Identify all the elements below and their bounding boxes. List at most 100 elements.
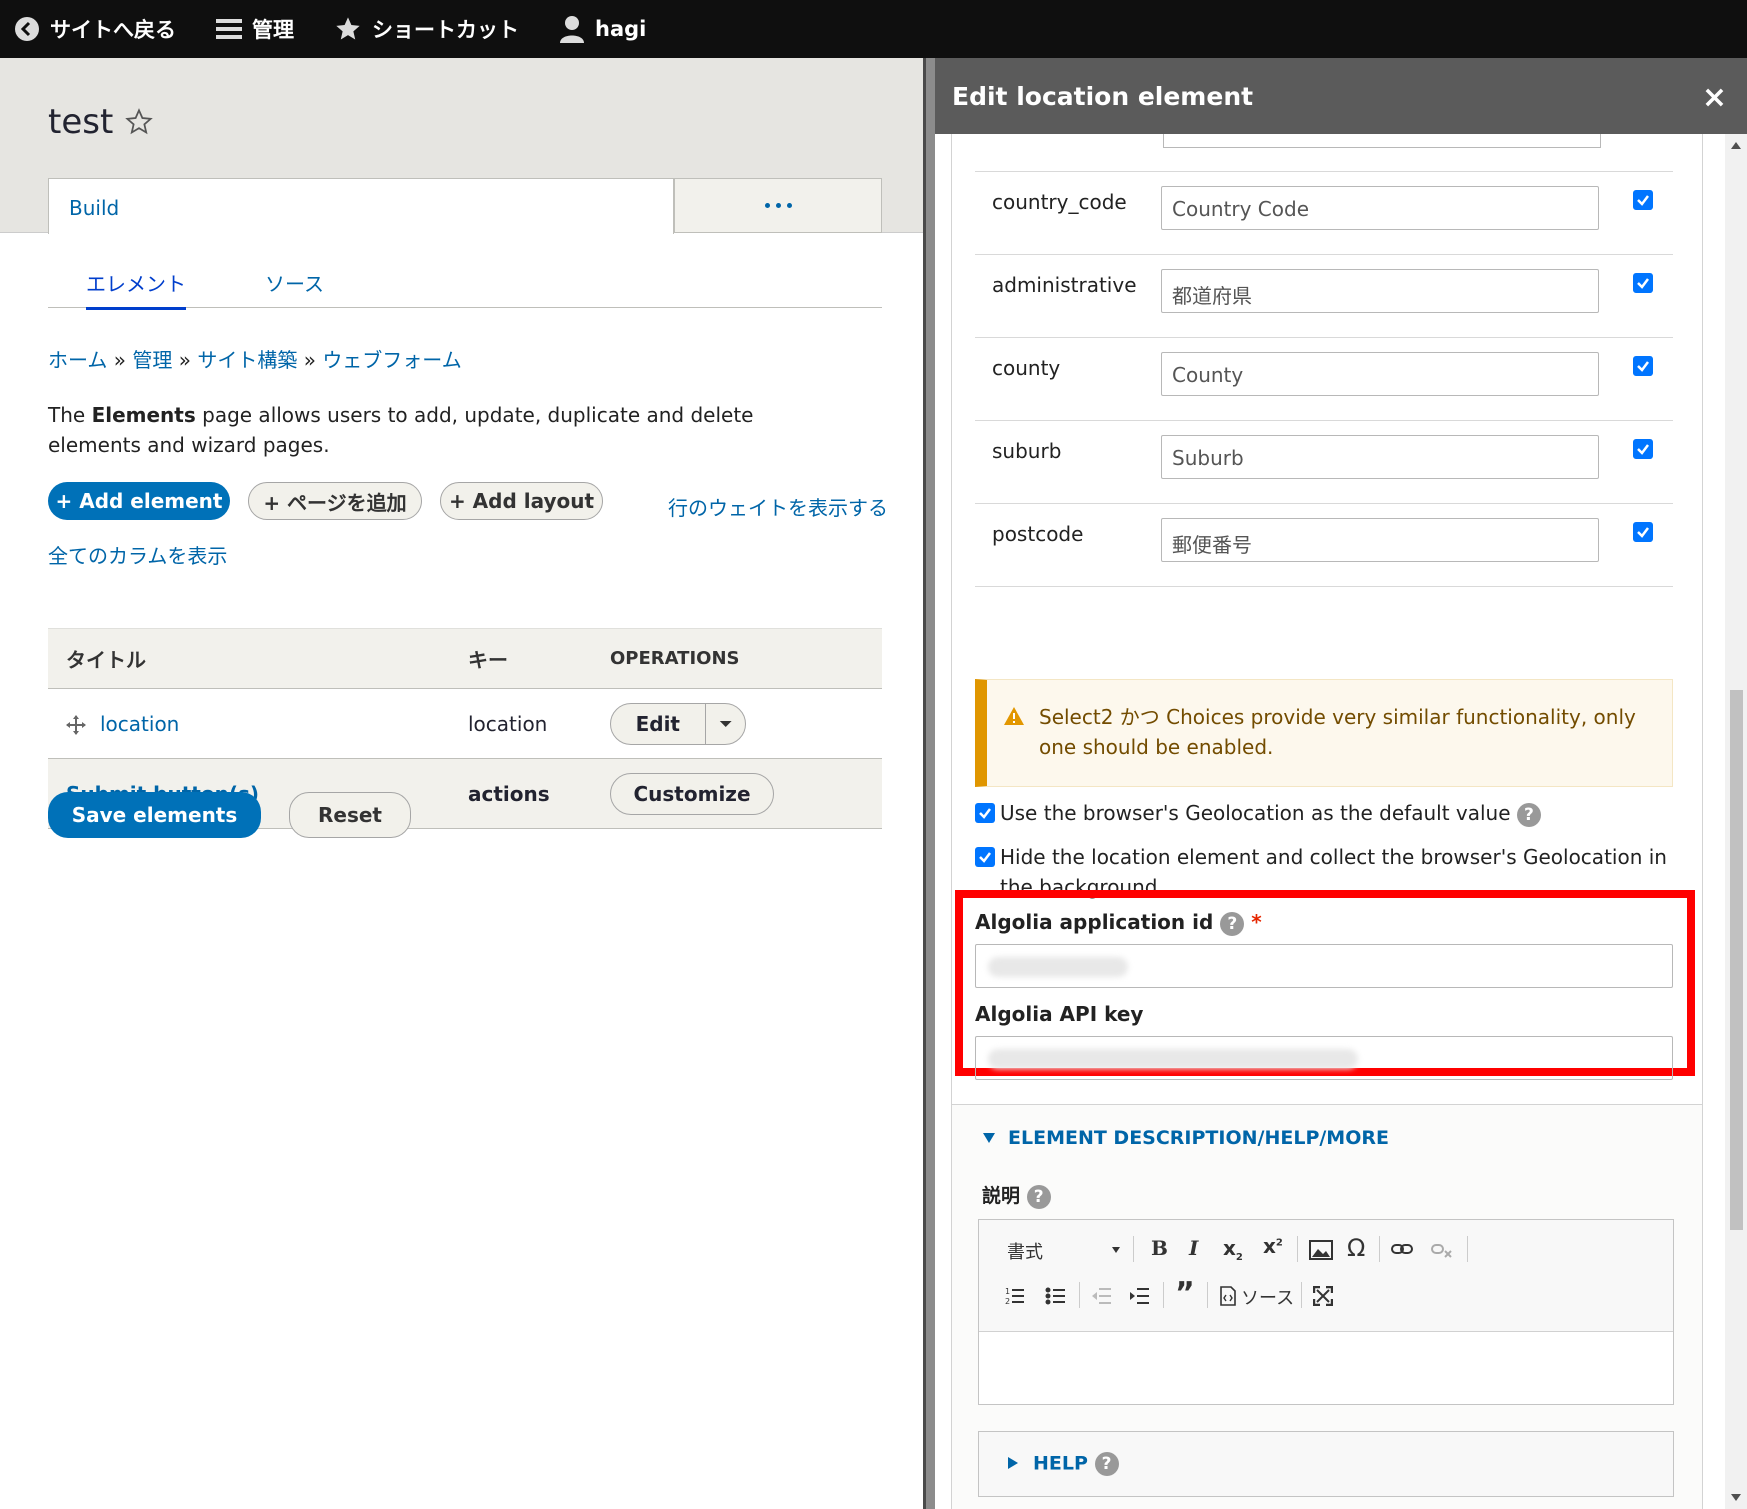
operations-cell: Customize (610, 758, 882, 829)
drag-handle-icon[interactable] (66, 715, 86, 735)
svg-text:1: 1 (1005, 1287, 1010, 1296)
algolia-app-id-input[interactable] (975, 944, 1673, 988)
breadcrumb-webform[interactable]: ウェブフォーム (322, 348, 461, 372)
geolocation-default-option[interactable]: Use the browser's Geolocation as the def… (975, 798, 1675, 828)
breadcrumb: ホーム » 管理 » サイト構築 » ウェブフォーム (48, 344, 462, 373)
scroll-thumb[interactable] (1730, 690, 1743, 1230)
field-visible-checkbox[interactable] (1633, 439, 1653, 460)
field-row-suburb: suburb Suburb (975, 421, 1673, 504)
breadcrumb-home[interactable]: ホーム (48, 348, 107, 372)
field-title-input[interactable]: Suburb (1161, 435, 1599, 479)
toolbar-separator (1297, 1236, 1298, 1262)
desc-bold: Elements (91, 403, 196, 427)
omega-icon[interactable]: Ω (1347, 1234, 1365, 1262)
algolia-api-key-input[interactable] (975, 1036, 1673, 1080)
source-button[interactable]: ソース (1241, 1284, 1294, 1310)
add-element-button[interactable]: + Add element (48, 482, 230, 520)
main-page: test Build エレメント ソース ホーム » 管理 » サイト構築 » … (0, 58, 923, 1509)
toolbar-separator (1163, 1282, 1164, 1308)
field-visible-checkbox[interactable] (1633, 190, 1653, 211)
format-dropdown[interactable]: 書式 (1007, 1238, 1043, 1264)
bold-icon[interactable]: B (1151, 1236, 1168, 1260)
caret-down-icon[interactable] (1111, 1246, 1121, 1254)
toolbar-separator (1079, 1282, 1080, 1308)
back-to-site-link[interactable]: サイトへ戻る (14, 14, 176, 44)
numbered-list-icon[interactable]: 12 (1005, 1286, 1025, 1306)
field-name: suburb (992, 439, 1062, 463)
link-icon[interactable] (1391, 1242, 1413, 1256)
scroll-up-arrow-icon[interactable] (1731, 142, 1741, 149)
field-title-input[interactable]: County (1161, 352, 1599, 396)
field-title-input[interactable]: 郵便番号 (1161, 518, 1599, 562)
tab-source[interactable]: ソース (265, 268, 324, 297)
editor-toolbar: 書式 B I x2 x2 Ω 12 ” ソース (979, 1220, 1673, 1332)
reset-button[interactable]: Reset (289, 792, 411, 838)
dialog-body[interactable]: country_code Country Code administrative… (935, 134, 1725, 1509)
unlink-icon[interactable] (1431, 1242, 1453, 1258)
edit-button[interactable]: Edit (611, 703, 706, 744)
partial-input[interactable] (1163, 134, 1601, 148)
help-icon[interactable]: ? (1094, 1452, 1119, 1476)
field-title-input[interactable]: 都道府県 (1161, 269, 1599, 313)
breadcrumb-sep: » (303, 348, 316, 372)
help-icon[interactable]: ? (1220, 911, 1245, 936)
field-name: postcode (992, 522, 1084, 546)
breadcrumb-manage[interactable]: 管理 (132, 348, 172, 372)
shortcuts-menu[interactable]: ショートカット (334, 14, 519, 44)
customize-button[interactable]: Customize (610, 772, 774, 815)
tab-build[interactable]: Build (48, 178, 674, 234)
field-visible-checkbox[interactable] (1633, 522, 1653, 543)
tab-more-button[interactable] (674, 178, 882, 233)
algolia-app-id-label: Algolia application id ? * (975, 910, 1262, 936)
toolbar-separator (1133, 1236, 1134, 1262)
checkbox-checked[interactable] (975, 847, 995, 867)
checkbox-checked (1633, 190, 1653, 210)
warning-icon (1004, 707, 1024, 725)
field-title-input[interactable]: Country Code (1161, 186, 1599, 230)
checkbox-checked (1633, 356, 1653, 376)
add-layout-button[interactable]: + Add layout (440, 482, 603, 520)
add-page-button[interactable]: + ページを追加 (248, 482, 422, 520)
favorite-star-icon[interactable] (125, 108, 154, 136)
indent-icon[interactable] (1129, 1286, 1149, 1306)
chevron-down-icon[interactable] (706, 704, 745, 744)
element-description-summary[interactable]: ELEMENT DESCRIPTION/HELP/MORE (982, 1127, 1389, 1149)
checkbox-checked (1633, 273, 1653, 293)
show-row-weights-link[interactable]: 行のウェイトを表示する (668, 492, 888, 521)
tab-elements[interactable]: エレメント (86, 268, 186, 310)
required-marker: * (1251, 910, 1262, 934)
toolbar-separator (1379, 1236, 1380, 1262)
image-icon[interactable] (1309, 1240, 1333, 1260)
redacted-value (988, 957, 1128, 977)
maximize-icon[interactable] (1313, 1286, 1333, 1306)
dialog-scrollbar[interactable] (1725, 134, 1747, 1509)
breadcrumb-structure[interactable]: サイト構築 (197, 348, 297, 372)
save-elements-button[interactable]: Save elements (48, 792, 261, 838)
help-icon[interactable]: ? (1026, 1184, 1051, 1209)
outdent-icon[interactable] (1091, 1286, 1111, 1306)
field-visible-checkbox[interactable] (1633, 273, 1653, 294)
checkbox-checked[interactable] (975, 803, 995, 823)
user-menu[interactable]: hagi (559, 15, 646, 43)
superscript-icon[interactable]: x2 (1263, 1234, 1283, 1258)
blockquote-icon[interactable]: ” (1175, 1276, 1195, 1311)
bulleted-list-icon[interactable] (1045, 1286, 1065, 1306)
field-row-postcode: postcode 郵便番号 (975, 504, 1673, 587)
italic-icon[interactable]: I (1189, 1236, 1198, 1260)
field-visible-checkbox[interactable] (1633, 356, 1653, 377)
help-summary[interactable]: HELP ? (1007, 1452, 1119, 1476)
manage-menu[interactable]: 管理 (216, 14, 294, 44)
element-link-location[interactable]: location (100, 712, 179, 736)
subscript-icon[interactable]: x2 (1223, 1236, 1243, 1263)
triangle-right-icon (1008, 1456, 1018, 1469)
scroll-down-arrow-icon[interactable] (1731, 1494, 1741, 1501)
desc-pre: The (48, 403, 92, 427)
close-icon[interactable]: × (1702, 80, 1727, 115)
algolia-app-id-label-text: Algolia application id (975, 910, 1214, 934)
col-title: タイトル (48, 628, 468, 689)
field-name: county (992, 356, 1061, 380)
redacted-value (988, 1049, 1358, 1069)
element-description-details: ELEMENT DESCRIPTION/HELP/MORE 説明 ? 書式 B … (951, 1104, 1703, 1509)
show-all-columns-link[interactable]: 全てのカラムを表示 (48, 540, 227, 569)
help-icon[interactable]: ? (1516, 802, 1541, 827)
